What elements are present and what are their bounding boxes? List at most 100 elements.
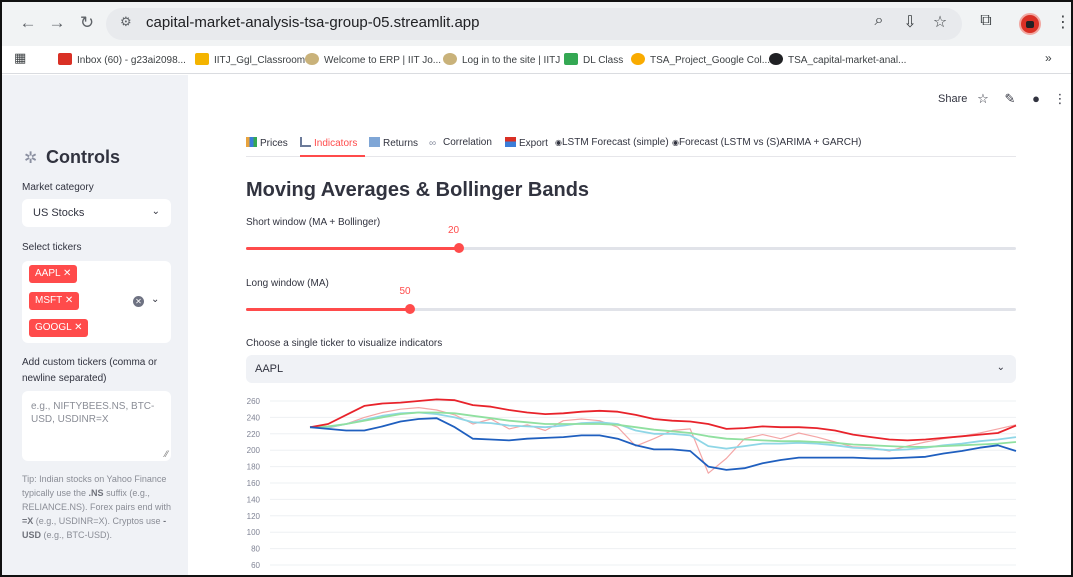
tab-returns[interactable]: Returns — [369, 137, 418, 149]
bookmark-dl-class[interactable]: DL Class — [564, 53, 623, 66]
colab-icon — [631, 53, 645, 65]
remove-chip-icon[interactable]: ✕ — [74, 322, 82, 333]
tickers-multiselect[interactable]: AAPL ✕ MSFT ✕ GOOGL ✕ ✕ ⌄ — [22, 261, 171, 343]
bookmark-label: IITJ_Ggl_Classroom — [214, 55, 306, 66]
y-tick-label: 80 — [251, 545, 260, 554]
sidebar-title: ✲ Controls — [24, 147, 120, 168]
ticker-select[interactable]: AAPL ⌄ — [246, 355, 1016, 383]
long-window-slider[interactable]: 50 — [246, 286, 1016, 314]
tab-label: Forecast (LSTM vs (S)ARIMA + GARCH) — [678, 137, 862, 148]
ticker-chip-msft[interactable]: MSFT ✕ — [29, 292, 80, 310]
y-tick-label: 160 — [247, 479, 261, 488]
more-bookmarks-icon[interactable]: » — [1045, 51, 1052, 65]
ticker-select-label: Choose a single ticker to visualize indi… — [246, 338, 443, 349]
y-tick-label: 180 — [247, 463, 261, 472]
short-window-label: Short window (MA + Bollinger) — [246, 217, 381, 228]
y-tick-label: 220 — [247, 430, 261, 439]
star-icon[interactable]: ☆ — [975, 91, 991, 107]
main-menu-icon[interactable]: ⋮ — [1052, 91, 1068, 107]
tab-label: Indicators — [314, 138, 358, 149]
short-window-thumb[interactable]: 20 — [448, 225, 464, 253]
edit-pencil-icon[interactable]: ✎ — [1002, 91, 1018, 107]
tip-text: (e.g., USDINR=X). Cryptos use — [33, 516, 164, 526]
tab-bar: Prices Indicators Returns ∞ Correlation E… — [246, 133, 1016, 157]
bookmark-label: Log in to the site | IITJ — [462, 55, 561, 66]
bookmark-erp[interactable]: Welcome to ERP | IIT Jo... — [305, 53, 441, 66]
bookmark-label: DL Class — [583, 55, 624, 66]
site-settings-icon[interactable]: ⚙ — [120, 14, 132, 30]
iitj-logo-icon — [443, 53, 457, 65]
chevron-down-icon: ⌄ — [151, 206, 160, 217]
forward-icon[interactable]: → — [45, 11, 69, 35]
y-tick-label: 60 — [251, 561, 260, 570]
back-icon[interactable]: ← — [16, 11, 40, 35]
bookmark-colab[interactable]: TSA_Project_Google Col... — [631, 53, 770, 66]
gmail-icon — [58, 53, 72, 65]
crystal-ball-icon: ◉ — [555, 138, 562, 147]
ticker-chip-label: MSFT — [35, 295, 63, 306]
tab-label: LSTM Forecast (simple) — [561, 137, 669, 148]
zoom-icon[interactable]: ⌕ — [868, 12, 890, 30]
browser-toolbar: ← → ↻ ⚙ capital-market-analysis-tsa-grou… — [2, 2, 1071, 46]
clear-all-icon[interactable]: ✕ — [133, 296, 144, 307]
resize-handle-icon[interactable]: ⁄⁄ — [165, 449, 168, 459]
tab-prices[interactable]: Prices — [246, 137, 288, 149]
long-window-label: Long window (MA) — [246, 278, 329, 289]
ticker-chip-googl[interactable]: GOOGL ✕ — [29, 319, 89, 337]
bookmarks-bar: ▦ Inbox (60) - g23ai2098... IITJ_Ggl_Cla… — [2, 46, 1071, 74]
market-category-select[interactable]: US Stocks ⌄ — [22, 199, 171, 227]
share-button[interactable]: Share — [938, 93, 967, 105]
main-content: Share ☆ ✎ ● ⋮ Prices Indicators Returns … — [188, 75, 1071, 577]
short-window-value: 20 — [447, 225, 460, 236]
sidebar-title-text: Controls — [46, 147, 120, 167]
bookmark-github[interactable]: TSA_capital-market-anal... — [769, 53, 906, 66]
y-tick-label: 200 — [247, 446, 261, 455]
custom-tickers-placeholder: e.g., NIFTYBEES.NS, BTC-USD, USDINR=X — [31, 401, 155, 425]
browser-menu-icon[interactable]: ⋮ — [1052, 12, 1071, 32]
tab-export[interactable]: Export — [505, 137, 548, 149]
short-window-slider[interactable]: 20 — [246, 225, 1016, 253]
ticker-chip-aapl[interactable]: AAPL ✕ — [29, 265, 78, 283]
chart-increasing-icon — [369, 137, 380, 147]
bookmark-label: TSA_capital-market-anal... — [788, 55, 907, 66]
extensions-icon[interactable]: ⧉ — [975, 12, 997, 30]
tip-text: (e.g., BTC-USD). — [41, 530, 113, 540]
install-app-icon[interactable]: ⇩ — [899, 12, 921, 32]
tab-forecast-compare[interactable]: ◉Forecast (LSTM vs (S)ARIMA + GARCH) — [672, 137, 862, 148]
bookmark-star-icon[interactable]: ☆ — [929, 12, 951, 32]
github-icon[interactable]: ● — [1028, 91, 1044, 106]
chevron-down-icon[interactable]: ⌄ — [151, 294, 159, 305]
indicator-chart[interactable]: 260 240 220 200 180 160 140 120 100 80 60 — [228, 393, 1028, 577]
reload-icon[interactable]: ↻ — [75, 11, 99, 35]
bookmark-login[interactable]: Log in to the site | IITJ — [443, 53, 560, 66]
custom-tickers-label-2: newline separated) — [22, 373, 107, 384]
tab-label: Correlation — [443, 137, 492, 148]
tab-correlation[interactable]: ∞ Correlation — [429, 137, 492, 149]
long-window-thumb[interactable]: 50 — [399, 286, 415, 314]
tickers-label: Select tickers — [22, 242, 82, 253]
custom-tickers-textarea[interactable]: e.g., NIFTYBEES.NS, BTC-USD, USDINR=X ⁄⁄ — [22, 391, 171, 461]
bookmark-inbox[interactable]: Inbox (60) - g23ai2098... — [58, 53, 186, 66]
apps-grid-icon[interactable]: ▦ — [14, 50, 26, 66]
gear-icon: ✲ — [24, 150, 38, 167]
bookmark-label: TSA_Project_Google Col... — [650, 55, 771, 66]
custom-tickers-label-line: Add custom tickers (comma or — [22, 357, 158, 368]
window: ← → ↻ ⚙ capital-market-analysis-tsa-grou… — [0, 0, 1073, 577]
remove-chip-icon[interactable]: ✕ — [63, 268, 71, 279]
remove-chip-icon[interactable]: ✕ — [65, 295, 73, 306]
tab-indicators[interactable]: Indicators — [300, 137, 357, 149]
url-text[interactable]: capital-market-analysis-tsa-group-05.str… — [146, 14, 479, 31]
bookmark-classroom[interactable]: IITJ_Ggl_Classroom — [195, 53, 305, 66]
profile-avatar[interactable] — [1019, 13, 1041, 35]
ticker-chip-label: AAPL — [35, 268, 61, 279]
tip-bold: =X — [22, 516, 34, 526]
profile-avatar-image — [1026, 21, 1034, 28]
bar-chart-icon — [246, 137, 257, 147]
custom-tickers-label: Add custom tickers (comma or — [22, 357, 157, 368]
y-tick-label: 240 — [247, 413, 261, 422]
long-window-value: 50 — [399, 286, 411, 297]
chevron-down-icon: ⌄ — [996, 362, 1005, 373]
ticker-select-value: AAPL — [255, 363, 284, 375]
tab-lstm-forecast[interactable]: ◉LSTM Forecast (simple) — [555, 137, 669, 148]
tab-label: Export — [519, 138, 548, 149]
